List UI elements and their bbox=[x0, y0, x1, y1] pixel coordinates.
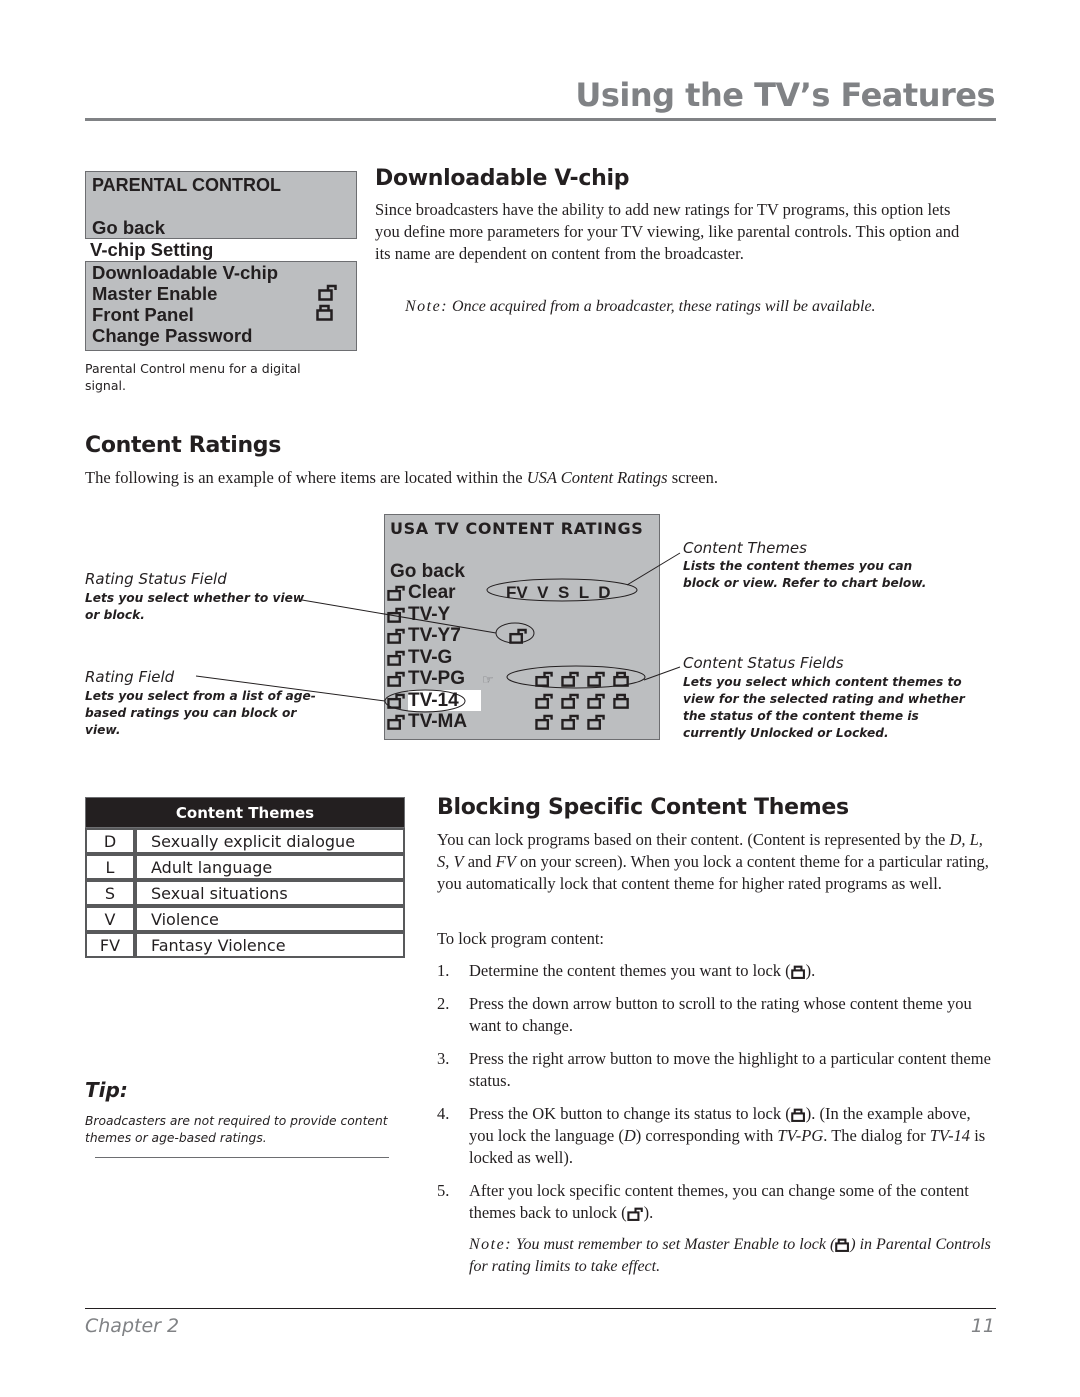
theme-code: V bbox=[85, 906, 135, 932]
step-text: . The dialog for bbox=[823, 1126, 930, 1145]
callout-content-themes-desc: Lists the content themes you can block o… bbox=[683, 559, 927, 590]
content-status-leader bbox=[643, 666, 681, 681]
step-1: 1. Determine the content themes you want… bbox=[437, 960, 999, 982]
themes-table-row: FV Fantasy Violence bbox=[85, 932, 405, 958]
step-text: ). bbox=[805, 961, 816, 980]
callout-content-status-title: Content Status Fields bbox=[683, 654, 844, 672]
themes-table-row: D Sexually explicit dialogue bbox=[85, 828, 405, 854]
callout-rating-status-desc: Lets you select whether to view or block… bbox=[85, 591, 305, 622]
theme-description: Violence bbox=[135, 906, 405, 932]
theme-code: S bbox=[85, 880, 135, 906]
blocking-text: on your screen). When you lock a content… bbox=[437, 852, 989, 893]
rating-status-leader bbox=[301, 599, 497, 634]
tip-text: Broadcasters are not required to provide… bbox=[85, 1114, 388, 1145]
theme-description: Sexual situations bbox=[135, 880, 405, 906]
steps-list: 1. Determine the content themes you want… bbox=[437, 960, 999, 1224]
themes-table-header: Content Themes bbox=[85, 797, 405, 828]
blocking-text: You can lock programs based on their con… bbox=[437, 830, 950, 849]
step-number: 5. bbox=[437, 1181, 450, 1200]
theme-code: D bbox=[85, 828, 135, 854]
step-text: Press the right arrow button to move the… bbox=[469, 1049, 991, 1090]
steps-container: 1. Determine the content themes you want… bbox=[437, 960, 999, 1278]
theme-description: Sexually explicit dialogue bbox=[135, 828, 405, 854]
step-2: 2. Press the down arrow button to scroll… bbox=[437, 993, 999, 1037]
themes-header-ellipse bbox=[486, 578, 638, 602]
unlock-icon bbox=[627, 1203, 644, 1222]
callout-rating-status-title: Rating Status Field bbox=[85, 570, 227, 588]
step-text: ) corresponding with bbox=[635, 1126, 778, 1145]
note-text: You must remember to set Master Enable t… bbox=[512, 1236, 836, 1253]
step-number: 3. bbox=[437, 1049, 450, 1068]
blocking-note: Note: You must remember to set Master En… bbox=[437, 1234, 999, 1278]
tip-rule bbox=[95, 1157, 389, 1158]
step-text: Determine the content themes you want to… bbox=[469, 961, 791, 980]
blocking-text: and bbox=[463, 852, 496, 871]
note-label: Note: bbox=[469, 1236, 513, 1253]
blocking-intro: You can lock programs based on their con… bbox=[437, 829, 992, 895]
content-themes-leader bbox=[626, 552, 681, 586]
step-text: ). bbox=[643, 1203, 654, 1222]
themes-table-row: S Sexual situations bbox=[85, 880, 405, 906]
lock-icon bbox=[790, 961, 806, 980]
tip-title: Tip: bbox=[85, 1078, 128, 1102]
content-status-ellipse bbox=[506, 665, 646, 689]
step-4: 4. Press the OK button to change its sta… bbox=[437, 1103, 999, 1169]
step-3: 3. Press the right arrow button to move … bbox=[437, 1048, 999, 1092]
step-number: 1. bbox=[437, 961, 450, 980]
step-number: 4. bbox=[437, 1104, 450, 1123]
theme-code: L bbox=[85, 854, 135, 880]
rating-status-ellipse bbox=[495, 622, 535, 644]
step-number: 2. bbox=[437, 994, 450, 1013]
step-rating: TV-PG bbox=[777, 1126, 824, 1145]
callout-content-themes-title: Content Themes bbox=[683, 539, 807, 557]
step-text: After you lock specific content themes, … bbox=[469, 1181, 969, 1222]
lock-icon bbox=[835, 1236, 850, 1253]
footer-chapter: Chapter 2 bbox=[85, 1315, 180, 1337]
lock-icon bbox=[790, 1104, 806, 1123]
step-code: D bbox=[623, 1126, 636, 1145]
footer-rule bbox=[85, 1308, 996, 1309]
step-text: Press the OK button to change its status… bbox=[469, 1104, 791, 1123]
page-number: 11 bbox=[970, 1315, 995, 1337]
callout-rating-field-desc: Lets you select from a list of age-based… bbox=[85, 689, 316, 737]
callout-rating-field-title: Rating Field bbox=[85, 668, 175, 686]
step-text: Press the down arrow button to scroll to… bbox=[469, 994, 972, 1035]
step-rating: TV-14 bbox=[929, 1126, 971, 1145]
blocking-lead: To lock program content: bbox=[437, 929, 605, 948]
theme-description: Adult language bbox=[135, 854, 405, 880]
theme-code: FV bbox=[85, 932, 135, 958]
content-themes-table: Content Themes D Sexually explicit dialog… bbox=[85, 797, 405, 958]
callout-content-status-desc: Lets you select which content themes to … bbox=[683, 675, 965, 740]
themes-table-row: L Adult language bbox=[85, 854, 405, 880]
themes-table-row: V Violence bbox=[85, 906, 405, 932]
rating-field-ellipse bbox=[384, 689, 466, 713]
blocking-heading: Blocking Specific Content Themes bbox=[437, 795, 849, 820]
step-5: 5. After you lock specific content theme… bbox=[437, 1180, 999, 1224]
theme-description: Fantasy Violence bbox=[135, 932, 405, 958]
blocking-code-fv: FV bbox=[495, 852, 516, 871]
